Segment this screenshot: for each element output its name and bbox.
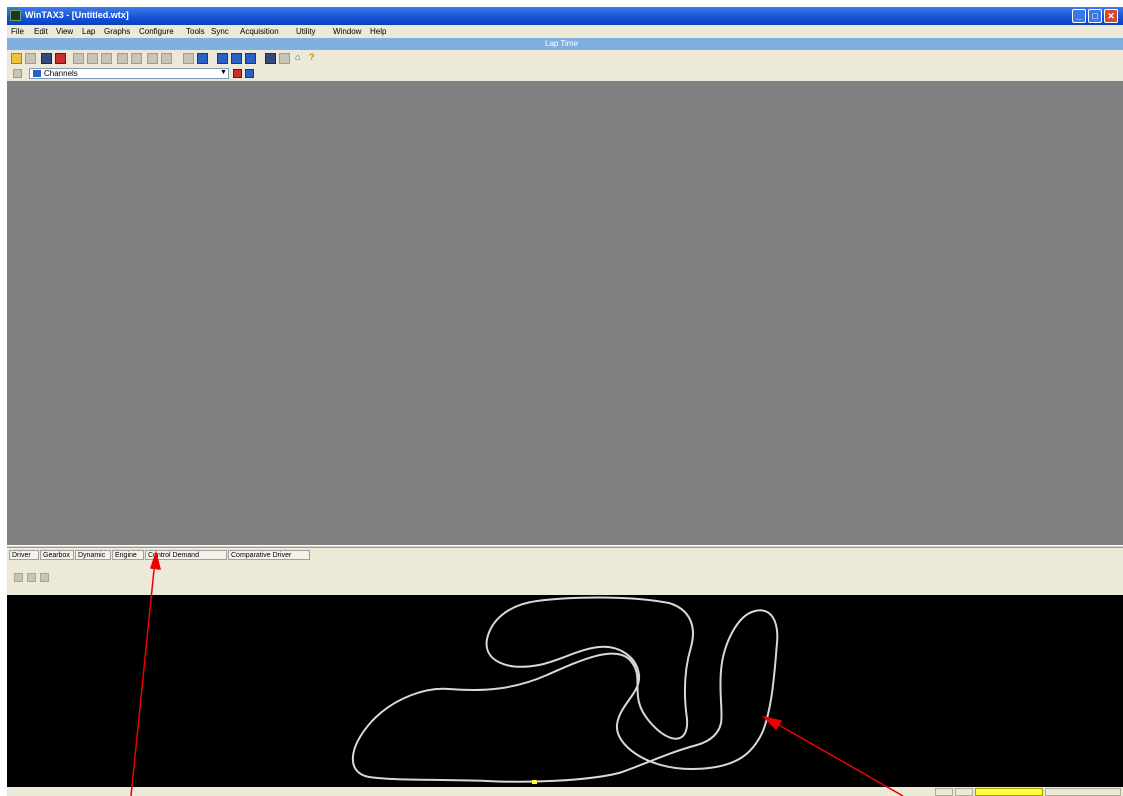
menu-lap[interactable]: Lap [82, 27, 95, 36]
status-bar [7, 787, 1123, 796]
menu-file[interactable]: File [11, 27, 24, 36]
tab-dynamic[interactable]: Dynamic [75, 550, 111, 560]
workspace-area[interactable] [7, 81, 1123, 545]
status-segment-3 [1045, 788, 1121, 796]
menu-acquisition[interactable]: Acquisition [240, 27, 279, 36]
menu-help[interactable]: Help [370, 27, 386, 36]
prev-icon[interactable] [147, 53, 158, 64]
paste-icon[interactable] [101, 53, 112, 64]
menu-tools[interactable]: Tools [186, 27, 205, 36]
tab-gearbox[interactable]: Gearbox [40, 550, 74, 560]
channel-options-icon[interactable] [245, 69, 254, 78]
open-folder-icon[interactable] [11, 53, 22, 64]
panel-tool-3-icon[interactable] [40, 573, 49, 582]
info-icon[interactable] [265, 53, 276, 64]
status-highlight [975, 788, 1043, 796]
menu-view[interactable]: View [56, 27, 73, 36]
track-map-panel[interactable] [7, 595, 1123, 787]
window-title: WinTAX3 - [Untitled.wtx] [25, 10, 129, 20]
menu-sync[interactable]: Sync [211, 27, 229, 36]
zoom-icon[interactable] [183, 53, 194, 64]
panel-tool-2-icon[interactable] [27, 573, 36, 582]
panel-tool-1-icon[interactable] [14, 573, 23, 582]
layout-icon[interactable] [231, 53, 242, 64]
maximize-button[interactable]: □ [1088, 9, 1102, 23]
menu-graphs[interactable]: Graphs [104, 27, 130, 36]
channel-icon [33, 70, 41, 77]
undo-icon[interactable] [117, 53, 128, 64]
chevron-down-icon[interactable]: ▼ [220, 69, 227, 76]
channel-toolbar: Channels ▼ [7, 66, 1123, 81]
track-map [351, 596, 779, 784]
menu-utility[interactable]: Utility [296, 27, 316, 36]
table-icon[interactable] [217, 53, 228, 64]
tab-driver[interactable]: Driver [9, 550, 39, 560]
save-icon[interactable] [55, 53, 66, 64]
status-segment-2 [955, 788, 973, 796]
info-bar: Lap Time [7, 38, 1123, 50]
tab-control-demand[interactable]: Control Demand [145, 550, 227, 560]
panel-tabs: Driver Gearbox Dynamic Engine Control De… [7, 548, 1123, 562]
cut-icon[interactable] [73, 53, 84, 64]
tab-engine[interactable]: Engine [112, 550, 144, 560]
add-channel-icon[interactable] [233, 69, 242, 78]
main-toolbar: ⌂ ? [7, 50, 1123, 66]
open-file-icon[interactable] [25, 53, 36, 64]
minimize-button[interactable]: _ [1072, 9, 1086, 23]
car-position-marker [532, 780, 537, 784]
panel-toolbar [7, 562, 1123, 595]
help-icon[interactable]: ? [309, 52, 315, 62]
channel-select-value: Channels [44, 69, 78, 78]
title-bar[interactable]: WinTAX3 - [Untitled.wtx] _ □ ✕ [7, 7, 1123, 25]
print-icon[interactable] [41, 53, 52, 64]
toolbar-grip-icon [13, 69, 22, 78]
home-icon[interactable]: ⌂ [295, 52, 300, 62]
track-outline [351, 596, 779, 783]
application-window: WinTAX3 - [Untitled.wtx] _ □ ✕ File Edit… [7, 7, 1123, 796]
status-segment-1 [935, 788, 953, 796]
app-icon [10, 10, 21, 21]
menu-bar: File Edit View Lap Graphs Configure Tool… [7, 25, 1123, 38]
menu-configure[interactable]: Configure [139, 27, 174, 36]
redo-icon[interactable] [131, 53, 142, 64]
graph-icon[interactable] [197, 53, 208, 64]
info-bar-label: Lap Time [545, 39, 578, 48]
channel-select[interactable]: Channels ▼ [29, 68, 229, 79]
tool-gray-icon[interactable] [279, 53, 290, 64]
menu-window[interactable]: Window [333, 27, 361, 36]
menu-edit[interactable]: Edit [34, 27, 48, 36]
settings-icon[interactable] [245, 53, 256, 64]
close-button[interactable]: ✕ [1104, 9, 1118, 23]
tab-comparative-driver[interactable]: Comparative Driver [228, 550, 310, 560]
next-icon[interactable] [161, 53, 172, 64]
copy-icon[interactable] [87, 53, 98, 64]
